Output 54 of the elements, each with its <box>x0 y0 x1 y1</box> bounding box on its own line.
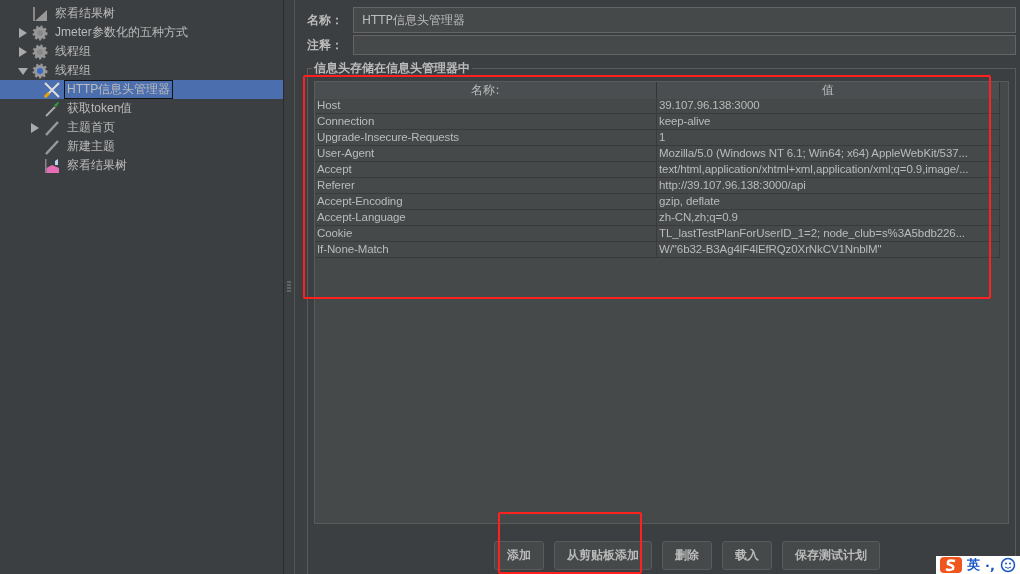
ime-language[interactable]: 英 <box>967 556 981 574</box>
table-cell: Referer <box>315 178 657 193</box>
expand-arrow-icon[interactable] <box>18 46 28 57</box>
tree-item[interactable]: 察看结果树 <box>64 156 130 175</box>
collapse-arrow-icon[interactable] <box>18 65 28 76</box>
gear-icon <box>31 42 49 61</box>
table-cell: gzip, deflate <box>657 194 1000 209</box>
table-cell: Accept-Language <box>315 210 657 225</box>
gear-icon <box>31 61 49 80</box>
smiley-icon[interactable] <box>1000 557 1016 573</box>
graph-icon <box>43 156 61 175</box>
table-cell: Upgrade-Insecure-Requests <box>315 130 657 145</box>
tree-item[interactable]: 线程组 <box>52 42 94 61</box>
table-cell: If-None-Match <box>315 242 657 257</box>
comment-field[interactable] <box>353 35 1016 55</box>
splitter-handle-icon[interactable] <box>287 281 291 293</box>
action-button[interactable]: 从剪贴板添加 <box>553 541 652 570</box>
expand-arrow-icon[interactable] <box>18 27 28 38</box>
table-cell: 1 <box>657 130 1000 145</box>
gear-icon <box>31 23 49 42</box>
table-cell: User-Agent <box>315 146 657 161</box>
tools-icon <box>43 80 61 99</box>
table-cell: TL_lastTestPlanForUserID_1=2; node_club=s%3A5bdb226... <box>657 226 1000 241</box>
column-header[interactable]: 名称: <box>315 82 657 99</box>
column-header[interactable]: 值 <box>657 82 1000 99</box>
table-cell: keep-alive <box>657 114 1000 129</box>
tree-item[interactable]: 主题首页 <box>64 118 118 137</box>
table-cell: zh-CN,zh;q=0.9 <box>657 210 1000 225</box>
tree-item[interactable]: 线程组 <box>52 61 94 80</box>
action-button[interactable]: 删除 <box>661 541 712 570</box>
table-cell: http://39.107.96.138:3000/api <box>657 178 1000 193</box>
table-cell: Accept-Encoding <box>315 194 657 209</box>
tree-item[interactable]: 察看结果树 <box>52 4 118 23</box>
name-label: 名称： <box>307 11 344 29</box>
table-cell: Host <box>315 98 657 113</box>
table-cell: Accept <box>315 162 657 177</box>
name-field[interactable]: HTTP信息头管理器 <box>353 7 1016 33</box>
dropper-icon <box>43 99 61 118</box>
action-button[interactable]: 载入 <box>721 541 772 570</box>
table-cell: 39.107.96.138:3000 <box>657 98 1000 113</box>
table-cell: W/"6b32-B3Ag4lF4lEfRQz0XrNkCV1NnblM" <box>657 242 1000 257</box>
tree-item[interactable]: Jmeter参数化的五种方式 <box>52 23 191 42</box>
action-button[interactable]: 添加 <box>493 541 544 570</box>
tree-item[interactable]: 获取token值 <box>64 99 136 118</box>
table-cell: Cookie <box>315 226 657 241</box>
expand-arrow-icon[interactable] <box>30 122 40 133</box>
table-cell: Connection <box>315 114 657 129</box>
ime-punctuation[interactable]: ·, <box>985 557 995 573</box>
table-cell: text/html,application/xhtml+xml,application/xml;q=0.9,image/... <box>657 162 1000 177</box>
chart-icon <box>31 4 49 23</box>
tree-item[interactable]: 新建主题 <box>64 137 118 156</box>
action-button[interactable]: 保存测试计划 <box>781 541 880 570</box>
comment-label: 注释： <box>307 36 344 54</box>
table-cell: Mozilla/5.0 (Windows NT 6.1; Win64; x64) AppleWebKit/537... <box>657 146 1000 161</box>
